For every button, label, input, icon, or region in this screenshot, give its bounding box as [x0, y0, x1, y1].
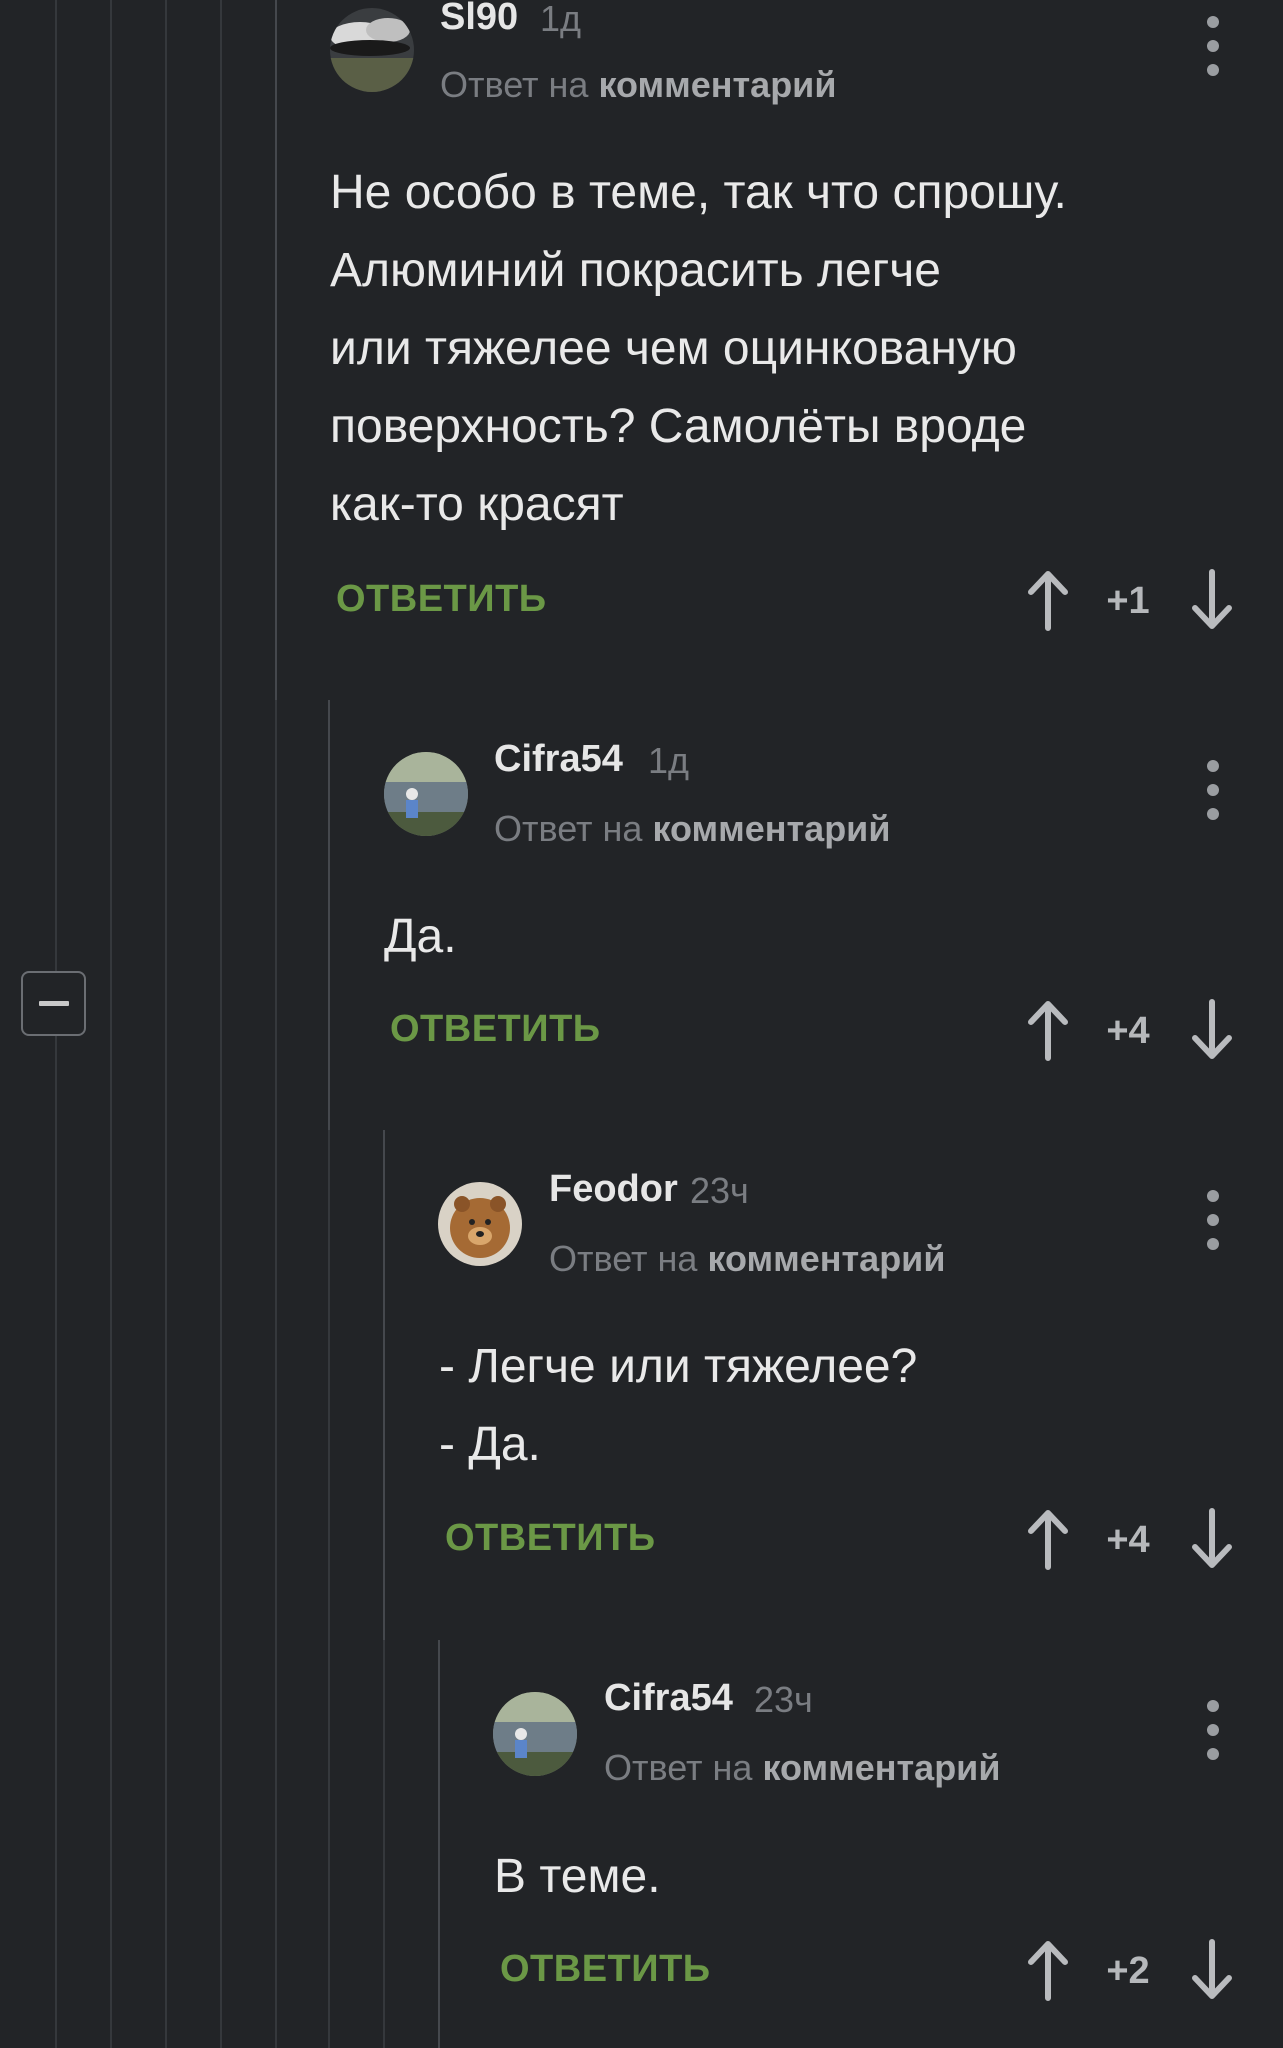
reply-prefix: Ответ на: [440, 64, 589, 105]
avatar-image: [438, 1182, 522, 1266]
username[interactable]: Cifra54: [494, 738, 623, 781]
reply-to: Ответ на комментарий: [549, 1238, 945, 1280]
reply-prefix: Ответ на: [549, 1238, 698, 1279]
thread-line: [275, 700, 277, 2048]
comment-text: - Легче или тяжелее? - Да.: [439, 1340, 918, 1471]
comment-text: Да.: [384, 910, 457, 963]
avatar-image: [330, 8, 414, 92]
avatar-image: [493, 1692, 577, 1776]
arrow-up-icon: [1028, 1941, 1068, 2001]
arrow-up-icon: [1028, 1510, 1068, 1570]
score: +1: [1106, 580, 1150, 622]
username[interactable]: Cifra54: [604, 1677, 733, 1720]
thread-line: [438, 1640, 440, 2048]
timestamp: 1д: [648, 740, 690, 781]
score: +4: [1106, 1010, 1150, 1052]
comment-text: Не особо в теме, так что спрошу. Алюмини…: [330, 166, 1067, 531]
avatar[interactable]: [493, 1692, 577, 1776]
thread-line: [275, 0, 277, 700]
thread-line: [383, 1130, 385, 1640]
reply-button[interactable]: ОТВЕТИТЬ: [390, 1008, 601, 1051]
arrow-up-icon: [1028, 1001, 1068, 1061]
reply-button[interactable]: ОТВЕТИТЬ: [500, 1948, 711, 1991]
timestamp: 23ч: [690, 1170, 749, 1211]
thread-line: [383, 1640, 385, 2048]
avatar-image: [384, 752, 468, 836]
upvote-button[interactable]: [1023, 998, 1073, 1062]
more-options-button[interactable]: [1198, 1700, 1228, 1760]
upvote-button[interactable]: [1023, 1938, 1073, 2002]
arrow-down-icon: [1192, 1508, 1232, 1568]
collapse-thread-button[interactable]: [21, 971, 86, 1036]
arrow-down-icon: [1192, 1939, 1232, 1999]
username[interactable]: Sl90: [440, 0, 518, 39]
thread-line: [328, 1130, 330, 2048]
downvote-button[interactable]: [1187, 998, 1237, 1062]
arrow-down-icon: [1192, 569, 1232, 629]
downvote-button[interactable]: [1187, 1507, 1237, 1571]
timestamp: 23ч: [754, 1679, 813, 1720]
username[interactable]: Feodor: [549, 1168, 678, 1211]
avatar[interactable]: [384, 752, 468, 836]
thread-line: [328, 700, 330, 1130]
reply-prefix: Ответ на: [604, 1747, 753, 1788]
reply-to-link[interactable]: комментарий: [707, 1238, 945, 1279]
downvote-button[interactable]: [1187, 568, 1237, 632]
reply-to: Ответ на комментарий: [440, 64, 836, 106]
score: +2: [1106, 1950, 1150, 1992]
thread-line: [220, 0, 222, 2048]
reply-button[interactable]: ОТВЕТИТЬ: [445, 1517, 656, 1560]
reply-to-link[interactable]: комментарий: [652, 808, 890, 849]
more-options-button[interactable]: [1198, 16, 1228, 76]
reply-button[interactable]: ОТВЕТИТЬ: [336, 578, 547, 621]
avatar[interactable]: [330, 8, 414, 92]
reply-to: Ответ на комментарий: [604, 1747, 1000, 1789]
upvote-button[interactable]: [1023, 568, 1073, 632]
reply-prefix: Ответ на: [494, 808, 643, 849]
reply-to-link[interactable]: комментарий: [762, 1747, 1000, 1788]
thread-line: [165, 0, 167, 2048]
more-options-button[interactable]: [1198, 760, 1228, 820]
thread-line: [110, 0, 112, 2048]
minus-square-icon: [39, 1001, 69, 1006]
more-options-button[interactable]: [1198, 1190, 1228, 1250]
reply-to: Ответ на комментарий: [494, 808, 890, 850]
arrow-down-icon: [1192, 999, 1232, 1059]
score: +4: [1106, 1519, 1150, 1561]
upvote-button[interactable]: [1023, 1507, 1073, 1571]
reply-to-link[interactable]: комментарий: [598, 64, 836, 105]
comment-text: В теме.: [494, 1850, 661, 1903]
avatar[interactable]: [438, 1182, 522, 1266]
timestamp: 1д: [540, 0, 582, 39]
downvote-button[interactable]: [1187, 1938, 1237, 2002]
arrow-up-icon: [1028, 571, 1068, 631]
